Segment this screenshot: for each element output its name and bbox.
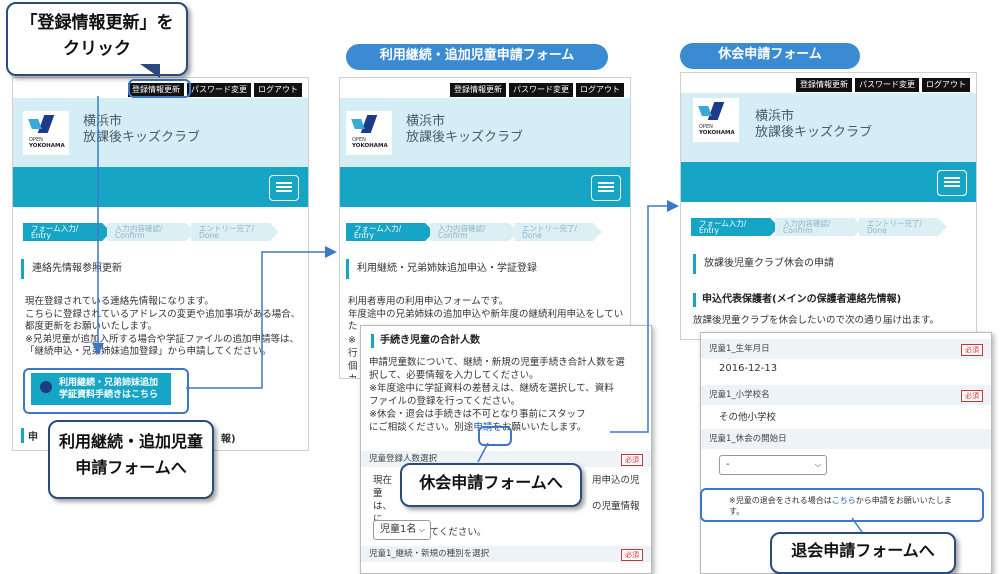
arrow-note-to-callout: [851, 517, 863, 533]
callout-tail: [140, 64, 160, 78]
arrow-to-absence-panel: [610, 200, 679, 433]
flow-arrows: [92, 64, 863, 533]
arrow-to-sibling-panel: [186, 246, 337, 389]
arrow-link-to-callout: [477, 442, 489, 463]
